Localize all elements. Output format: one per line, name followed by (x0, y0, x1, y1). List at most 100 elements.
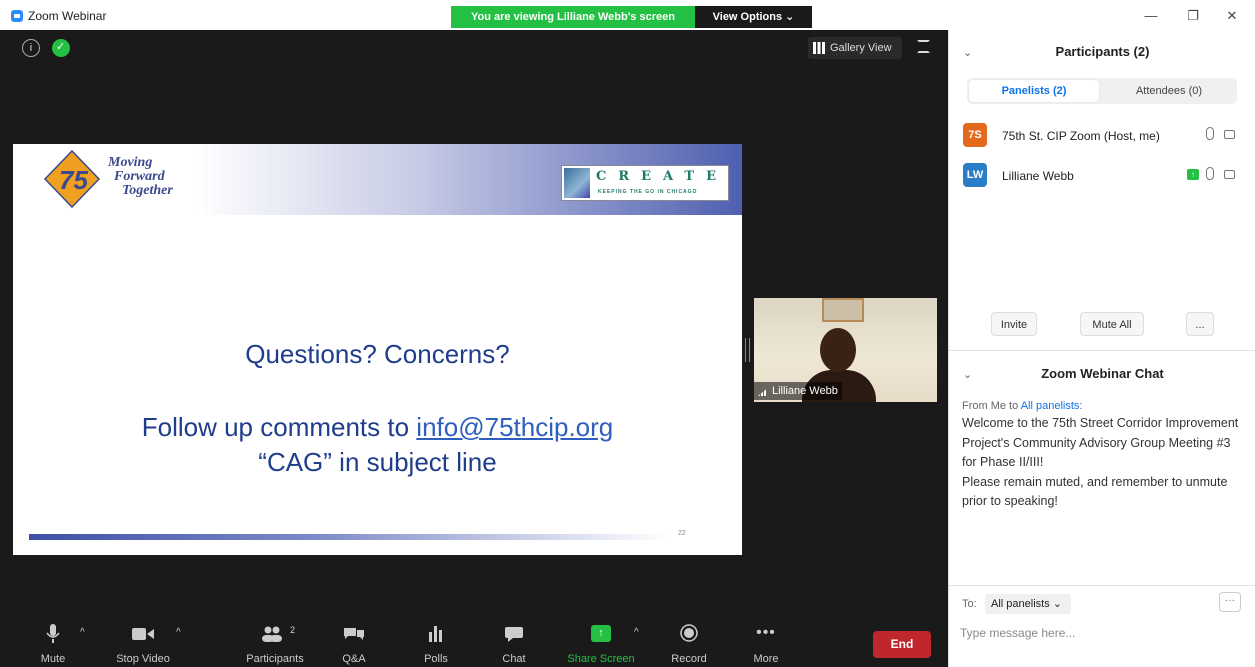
zoom-webinar-window: Zoom Webinar You are viewing Lilliane We… (0, 0, 1255, 667)
chat-sender-line: From Me to All panelists: (962, 400, 1082, 412)
chat-more-button[interactable]: ··· (1219, 592, 1241, 612)
participant-face (820, 328, 856, 372)
polls-button[interactable]: Polls (418, 612, 454, 667)
chat-message-text: Please remain muted, and remember to unm… (962, 474, 1228, 509)
info-icon[interactable]: i (22, 39, 40, 57)
chat-icon (505, 627, 523, 642)
audio-options-caret[interactable]: ^ (80, 627, 85, 638)
more-button[interactable]: ••• More (748, 612, 784, 667)
create-logo-subtitle: KEEPING THE GO IN CHICAGO (598, 189, 698, 195)
fullscreen-icon[interactable] (917, 40, 930, 53)
gallery-view-button[interactable]: Gallery View (808, 37, 902, 59)
follow-up-text: Follow up comments to (141, 412, 417, 442)
stop-video-button[interactable]: Stop Video (108, 612, 178, 667)
chat-message-text: Welcome to the 75th Street Corridor Impr… (962, 416, 1239, 469)
participants-tabs: Panelists (2) Attendees (0) (967, 78, 1237, 104)
slide-subject-line: “CAG” in subject line (258, 447, 497, 477)
participant-video-tile[interactable]: Lilliane Webb (754, 298, 937, 402)
mute-label: Mute (40, 653, 66, 665)
tagline-line: Together (122, 183, 173, 198)
security-shield-icon[interactable] (52, 39, 70, 57)
close-button[interactable]: ✕ (1217, 6, 1247, 26)
meeting-toolbar: Mute ^ Stop Video ^ 2 Participants Q&A P… (0, 612, 948, 667)
svg-text:75: 75 (59, 165, 88, 195)
share-options-caret[interactable]: ^ (634, 627, 639, 638)
participant-row[interactable]: LW Lilliane Webb ↑ (949, 158, 1255, 192)
slide-header: 75 Moving Forward Together CREATE KEEPIN… (13, 144, 742, 215)
email-link[interactable]: info@75thcip.org (416, 412, 613, 442)
view-options-button[interactable]: View Options ⌄ (695, 6, 812, 28)
share-screen-label: Share Screen (567, 653, 635, 665)
video-camera-icon[interactable] (1224, 130, 1235, 139)
mute-all-button[interactable]: Mute All (1080, 312, 1144, 336)
chat-title: Zoom Webinar Chat (1041, 366, 1164, 381)
chat-recipient-select[interactable]: All panelists ⌄ (985, 594, 1071, 614)
chat-divider (949, 585, 1255, 586)
microphone-icon[interactable] (1206, 167, 1214, 180)
minimize-button[interactable]: — (1136, 6, 1166, 26)
chat-recipient[interactable]: All panelists (1021, 400, 1080, 412)
mute-button[interactable]: Mute (33, 612, 73, 667)
invite-button[interactable]: Invite (991, 312, 1037, 336)
polls-label: Polls (424, 653, 448, 665)
qa-button[interactable]: Q&A (336, 612, 372, 667)
participants-header: ⌄ Participants (2) (949, 30, 1255, 76)
gallery-view-label: Gallery View (830, 42, 892, 54)
record-button[interactable]: Record (668, 612, 710, 667)
viewing-screen-banner: You are viewing Lilliane Webb's screen (451, 6, 695, 28)
stop-video-label: Stop Video (116, 653, 170, 665)
record-icon (680, 624, 698, 642)
wall-picture (822, 298, 864, 322)
window-title: Zoom Webinar (28, 9, 107, 23)
tab-panelists[interactable]: Panelists (2) (969, 80, 1099, 102)
qa-icon (344, 628, 364, 640)
slide-page-number: 22 (678, 530, 686, 537)
video-options-caret[interactable]: ^ (176, 627, 181, 638)
signal-strength-icon (758, 386, 770, 397)
video-camera-icon[interactable] (1224, 170, 1235, 179)
shared-slide: 75 Moving Forward Together CREATE KEEPIN… (13, 144, 742, 555)
splitter-handle[interactable] (745, 338, 750, 362)
slide-question: Questions? Concerns? (245, 339, 510, 369)
restore-button[interactable]: ❐ (1178, 6, 1208, 26)
share-screen-button[interactable]: ↑ Share Screen (564, 612, 638, 667)
participant-name: 75th St. CIP Zoom (Host, me) (1002, 129, 1160, 143)
title-bar: Zoom Webinar You are viewing Lilliane We… (0, 0, 1255, 30)
slide-footer-bar (29, 534, 669, 540)
participants-label: Participants (246, 653, 304, 665)
record-label: Record (671, 653, 707, 665)
tagline-line: Forward (114, 169, 165, 184)
video-name-tag: Lilliane Webb (754, 382, 842, 400)
chat-to-label: To: (962, 598, 977, 610)
participants-more-button[interactable]: ... (1186, 312, 1214, 336)
grid-icon (813, 42, 825, 54)
chat-label: Chat (502, 653, 526, 665)
chat-from-prefix: From Me to (962, 400, 1021, 412)
participant-row[interactable]: 7S 75th St. CIP Zoom (Host, me) (949, 118, 1255, 152)
chat-button[interactable]: Chat (496, 612, 532, 667)
more-dots-icon: ••• (756, 624, 776, 641)
participants-icon (262, 626, 282, 642)
chat-from-suffix: : (1079, 400, 1083, 412)
shared-screen-area: i Gallery View 75 Moving Forward Togethe… (0, 30, 948, 667)
more-label: More (753, 653, 779, 665)
participants-count: 2 (290, 625, 296, 635)
tab-attendees[interactable]: Attendees (0) (1103, 80, 1235, 102)
avatar: LW (963, 163, 987, 187)
microphone-icon[interactable] (1206, 127, 1214, 140)
create-logo-word: CREATE (596, 169, 729, 184)
screen-share-indicator-icon: ↑ (1187, 169, 1199, 180)
participants-title: Participants (2) (1055, 44, 1150, 59)
chat-message-input[interactable] (960, 622, 1240, 644)
zoom-app-icon (11, 10, 23, 22)
video-participant-name: Lilliane Webb (772, 385, 838, 397)
participants-button[interactable]: 2 Participants (240, 612, 310, 667)
microphone-icon (46, 624, 60, 643)
chat-message: Welcome to the 75th Street Corridor Impr… (962, 414, 1242, 512)
video-camera-icon (132, 628, 154, 640)
end-meeting-button[interactable]: End (873, 631, 931, 658)
create-logo-image (564, 168, 590, 198)
75th-street-logo: 75 (43, 149, 101, 209)
polls-icon (429, 626, 442, 642)
tagline-line: Moving (108, 155, 153, 170)
